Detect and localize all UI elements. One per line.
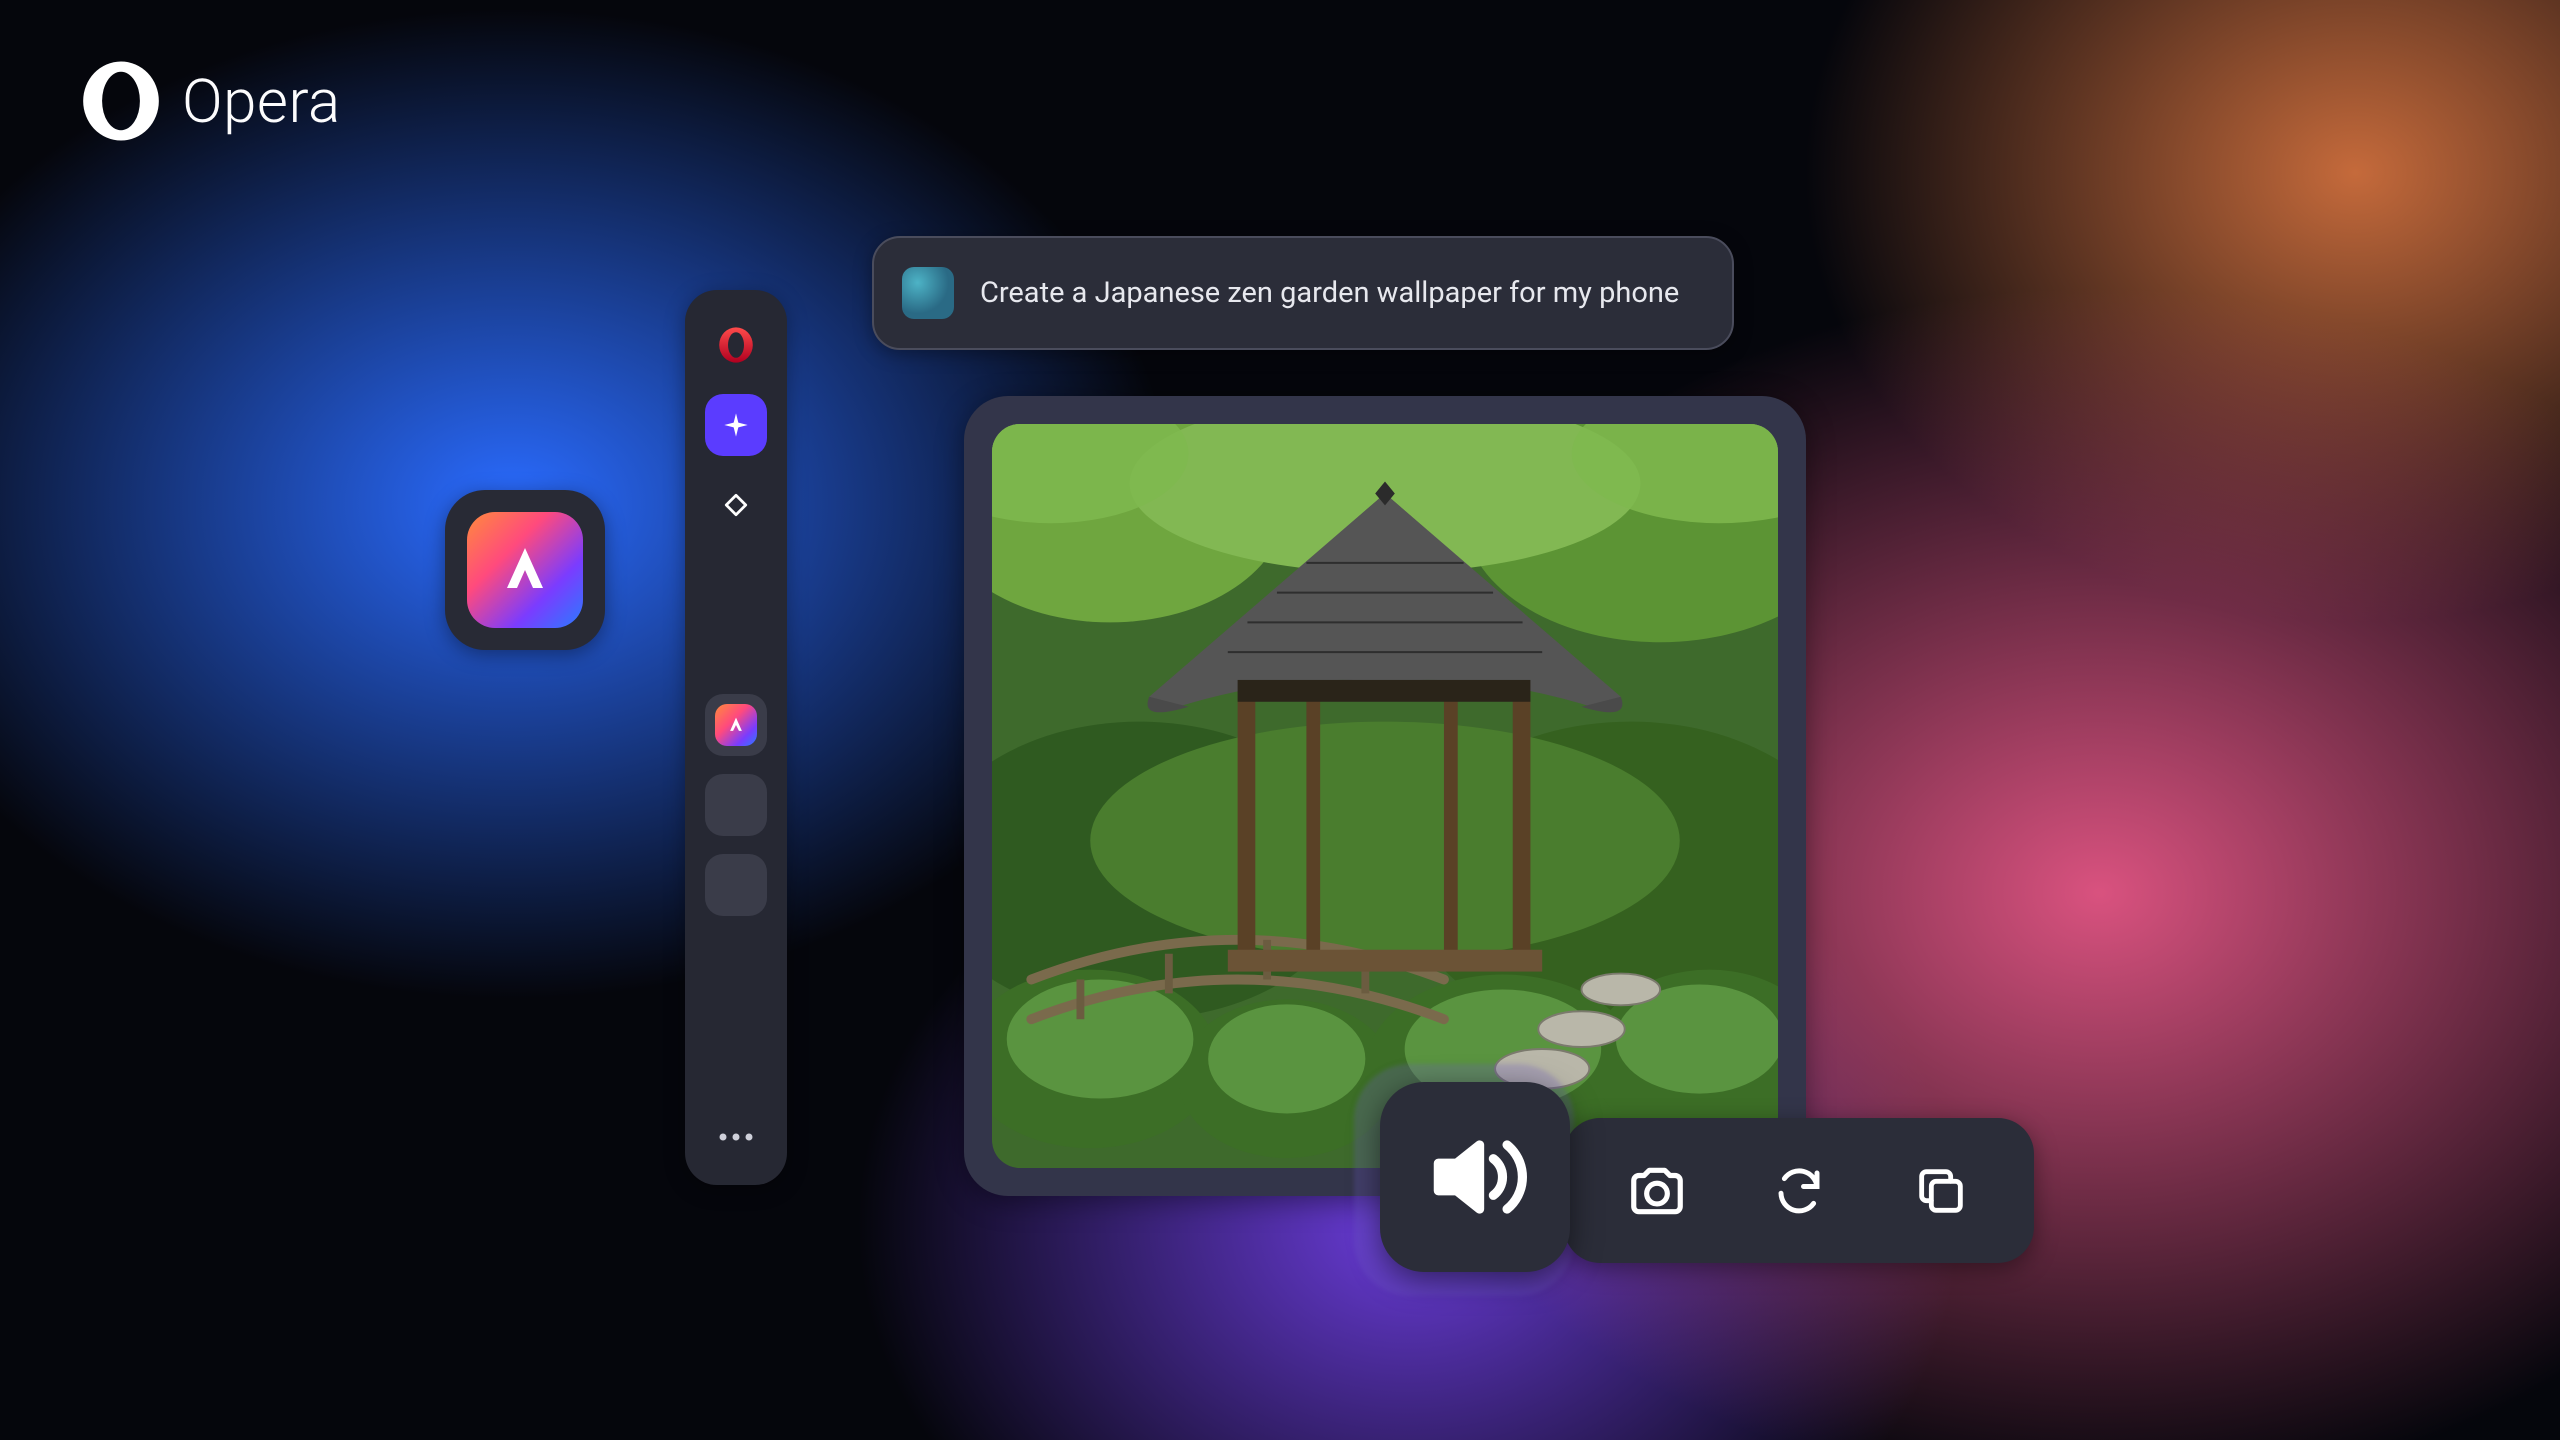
opera-logo: Opera xyxy=(78,58,341,144)
sidebar-diamond-button[interactable] xyxy=(705,474,767,536)
refresh-icon xyxy=(1772,1164,1826,1218)
user-avatar xyxy=(902,267,954,319)
aria-app-badge[interactable] xyxy=(445,490,605,650)
camera-icon xyxy=(1626,1160,1688,1222)
diamond-outline-icon xyxy=(723,492,749,518)
action-toolbar xyxy=(1564,1118,2034,1263)
sidebar-more-button[interactable] xyxy=(705,1113,767,1161)
camera-button[interactable] xyxy=(1617,1151,1697,1231)
sidebar-empty-slot-1[interactable] xyxy=(705,774,767,836)
sidebar xyxy=(685,290,787,1185)
speaker-button[interactable] xyxy=(1380,1082,1570,1272)
more-horizontal-icon xyxy=(718,1132,754,1142)
sidebar-aria-app[interactable] xyxy=(705,694,767,756)
opera-o-icon xyxy=(78,58,164,144)
aria-app-icon xyxy=(715,704,757,746)
brand-name: Opera xyxy=(182,66,341,137)
sidebar-ai-button[interactable] xyxy=(705,394,767,456)
aria-app-icon xyxy=(467,512,583,628)
prompt-input[interactable]: Create a Japanese zen garden wallpaper f… xyxy=(872,236,1734,350)
sidebar-empty-slot-2[interactable] xyxy=(705,854,767,916)
sidebar-opera-button[interactable] xyxy=(705,314,767,376)
sparkle-icon xyxy=(722,411,750,439)
speaker-icon xyxy=(1420,1122,1530,1232)
generated-image[interactable] xyxy=(992,424,1778,1168)
opera-o-icon xyxy=(716,325,756,365)
prompt-text: Create a Japanese zen garden wallpaper f… xyxy=(980,276,1679,310)
refresh-button[interactable] xyxy=(1759,1151,1839,1231)
copy-icon xyxy=(1912,1162,1970,1220)
copy-button[interactable] xyxy=(1901,1151,1981,1231)
